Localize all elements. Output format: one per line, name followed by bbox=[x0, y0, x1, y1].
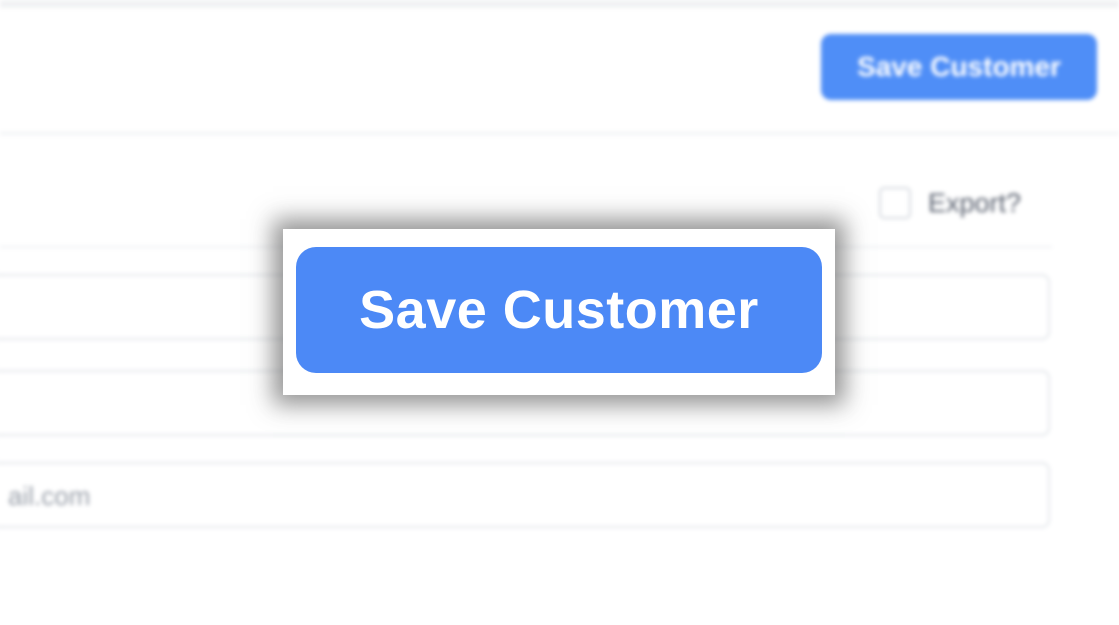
export-checkbox[interactable] bbox=[879, 187, 911, 219]
email-field[interactable] bbox=[0, 462, 1050, 528]
header-strip bbox=[0, 0, 1119, 8]
email-field-value: ail.com bbox=[8, 481, 91, 511]
export-checkbox-label: Export? bbox=[928, 188, 1022, 218]
save-customer-button[interactable]: Save Customer bbox=[821, 34, 1097, 100]
header-bar: Save Customer bbox=[0, 0, 1119, 134]
zoom-callout: Save Customer bbox=[283, 229, 835, 395]
screen: Save Customer Export? ail.com Save Custo… bbox=[0, 0, 1119, 625]
save-customer-button-zoomed[interactable]: Save Customer bbox=[296, 247, 822, 373]
